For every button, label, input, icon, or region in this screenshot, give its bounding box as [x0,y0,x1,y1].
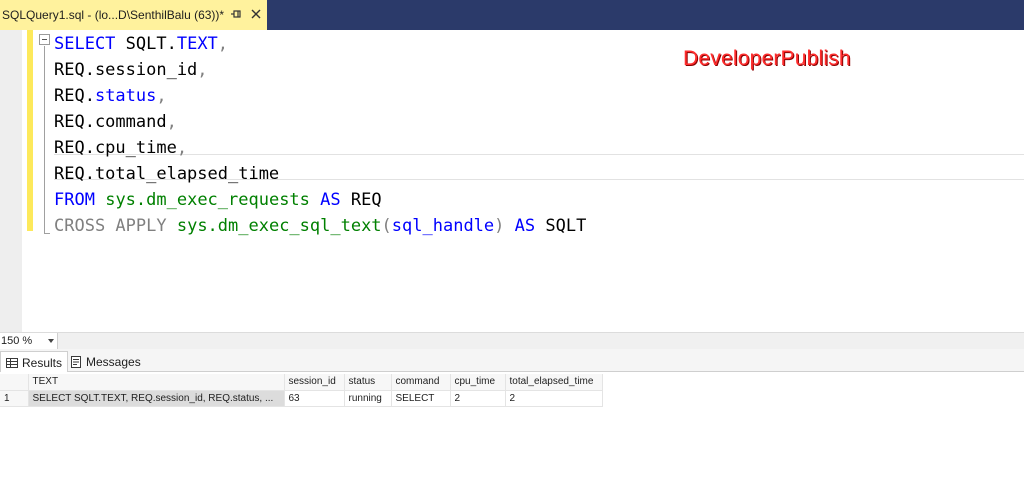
unsaved-change-marker [27,30,33,231]
code-token: AS [320,190,341,210]
code-token: AS [514,216,536,236]
document-tab-strip: SQLQuery1.sql - (lo...D\SenthilBalu (63)… [0,0,1024,30]
grid-header-row: TEXT session_id status command cpu_time … [0,374,603,391]
pin-icon[interactable] [229,7,243,21]
messages-icon [71,355,81,368]
cell-command[interactable]: SELECT [391,390,451,407]
code-token: SQLT. [115,34,177,54]
code-token: REQ.total_elapsed_time [54,164,280,184]
code-token: TEXT [176,34,218,54]
code-token: , [197,60,208,80]
query-document-tab[interactable]: SQLQuery1.sql - (lo...D\SenthilBalu (63)… [0,0,267,30]
code-token: status [94,86,157,106]
tab-results[interactable]: Results [0,351,69,373]
close-icon[interactable] [249,7,263,21]
column-header-command[interactable]: command [391,374,451,391]
code-line[interactable]: REQ.command, [54,109,177,135]
code-token: , [217,34,229,54]
code-token: REQ [340,190,382,210]
watermark-logo: DeveloperPublish [683,47,851,70]
table-row[interactable]: 1 SELECT SQLT.TEXT, REQ.session_id, REQ.… [0,389,603,407]
column-header-session-id[interactable]: session_id [284,374,345,391]
column-header-total-elapsed-time[interactable]: total_elapsed_time [505,374,603,391]
code-line[interactable]: FROM sys.dm_exec_requests AS REQ [54,187,382,213]
results-tab-strip: Results Messages [0,349,1024,373]
tab-results-label: Results [22,355,63,370]
cell-text[interactable]: SELECT SQLT.TEXT, REQ.session_id, REQ.st… [27,389,285,407]
code-area[interactable]: SELECT SQLT.TEXT, REQ.session_id, REQ.stat… [34,30,1024,332]
code-token: sys.dm_exec_requests [105,190,310,210]
query-tab-title: SQLQuery1.sql - (lo...D\SenthilBalu (63)… [2,8,225,22]
column-header-text[interactable]: TEXT [28,374,285,391]
outline-guide-end [44,233,50,234]
grid-icon [6,357,18,368]
code-line[interactable]: REQ.total_elapsed_time [54,161,279,187]
code-token: ) [494,216,505,236]
code-line[interactable]: REQ.session_id, [54,57,208,83]
outline-guide [44,46,45,234]
code-line[interactable]: SELECT SQLT.TEXT, [54,31,228,57]
code-token: , [166,112,177,132]
tab-messages[interactable]: Messages [65,351,146,372]
cell-session-id[interactable]: 63 [284,390,345,407]
zoom-dropdown[interactable]: 150 % [0,333,58,349]
code-line[interactable]: REQ.status, [54,83,167,109]
cell-total-elapsed-time[interactable]: 2 [505,390,603,407]
row-number[interactable]: 1 [0,390,29,407]
code-token: sys.dm_exec_sql_text [176,216,382,236]
editor-status-bar: 150 % [0,332,1024,349]
code-line[interactable]: REQ.cpu_time, [54,135,187,161]
column-header-status[interactable]: status [344,374,392,391]
column-header-cpu-time[interactable]: cpu_time [450,374,506,391]
code-token: CROSS APPLY [54,216,167,236]
editor-gutter [0,30,22,332]
query-editor[interactable]: SELECT SQLT.TEXT, REQ.session_id, REQ.stat… [0,30,1024,332]
collapse-toggle-icon[interactable] [39,34,50,45]
tab-messages-label: Messages [86,354,141,369]
code-token: , [156,86,167,106]
code-token: FROM [54,190,95,210]
code-token: REQ.cpu_time [54,138,177,158]
code-token: SELECT [54,34,116,54]
chevron-down-icon[interactable] [48,339,54,343]
code-token: REQ. [54,86,95,106]
code-token: REQ.command [54,112,167,132]
cell-cpu-time[interactable]: 2 [450,390,506,407]
cell-status[interactable]: running [344,390,392,407]
code-token: sql_handle [391,216,495,236]
row-number-header[interactable] [0,374,29,391]
code-token: , [176,138,188,158]
zoom-value: 150 % [1,335,33,347]
results-grid-panel[interactable]: TEXT session_id status command cpu_time … [0,372,1024,502]
code-token: SQLT [535,216,587,236]
code-line[interactable]: CROSS APPLY sys.dm_exec_sql_text(sql_han… [54,213,586,239]
code-token: REQ.session_id [54,60,198,80]
code-token: ( [381,216,392,236]
results-grid[interactable]: TEXT session_id status command cpu_time … [0,374,603,407]
